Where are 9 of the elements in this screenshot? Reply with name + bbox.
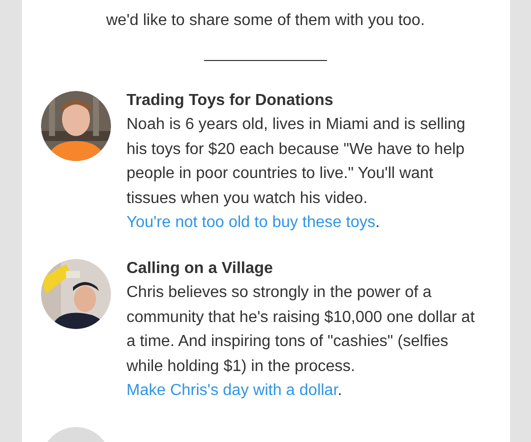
story-text: Noah is 6 years old, lives in Miami and is selling his toys for $20 each because "We have to help people in poor countries to live." You'll want tissues when you watch his video. bbox=[126, 115, 466, 208]
story-link[interactable]: Make Chris's day with a dollar bbox=[126, 382, 338, 399]
intro-text: we'd like to share some of them with you too. bbox=[106, 11, 425, 31]
story-text: Chris believes so strongly in the power of a community that he's raising $10,000 one dollar at a time. And inspiring tons of "cashies" (selfies while holding $1) in the process. bbox=[126, 283, 476, 376]
story-link-line: You're not too old to buy these toys. bbox=[126, 213, 381, 233]
story-link[interactable]: You're not too old to buy these toys bbox=[126, 214, 376, 231]
story-title: Trading Toys for Donations bbox=[126, 90, 334, 110]
story-link-line: Make Chris's day with a dollar. bbox=[126, 381, 344, 401]
story-title: Calling on a Village bbox=[126, 258, 274, 278]
